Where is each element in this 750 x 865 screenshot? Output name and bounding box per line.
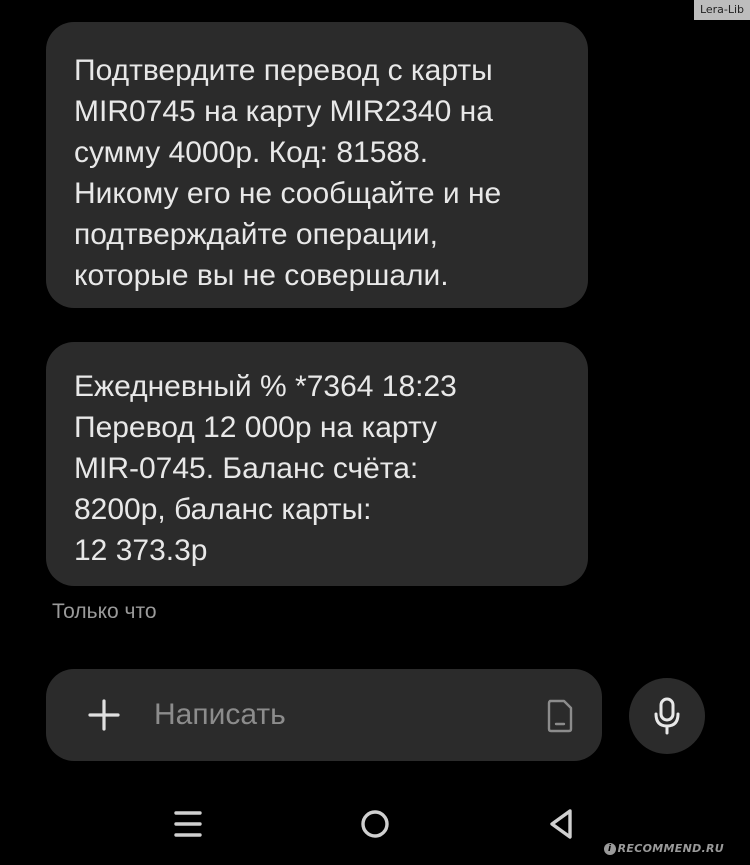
message-text: Подтвердите перевод с карты MIR0745 на к… (74, 54, 502, 292)
recent-apps-icon[interactable] (164, 800, 212, 848)
plus-icon[interactable] (84, 695, 124, 735)
watermark-bottom: i RECOMMEND.RU (603, 842, 724, 855)
home-icon[interactable] (351, 800, 399, 848)
message-timestamp: Только что (52, 600, 157, 623)
message-input[interactable] (154, 691, 524, 739)
messages-screen: { "conversation": { "messages": [ { "tex… (0, 0, 750, 865)
watermark-badge: i (603, 843, 616, 855)
message-text: Ежедневный % *7364 18:23 Перевод 12 000р… (74, 370, 457, 567)
message-bubble[interactable]: Ежедневный % *7364 18:23 Перевод 12 000р… (46, 342, 588, 586)
watermark-top: Lera-Lib (694, 0, 750, 20)
microphone-button[interactable] (629, 678, 705, 754)
compose-bar (46, 669, 602, 761)
sticker-icon[interactable] (546, 698, 574, 734)
message-bubble[interactable]: Подтвердите перевод с карты MIR0745 на к… (46, 22, 588, 308)
microphone-icon (654, 697, 680, 735)
back-icon[interactable] (538, 800, 586, 848)
watermark-text: RECOMMEND.RU (617, 842, 724, 855)
